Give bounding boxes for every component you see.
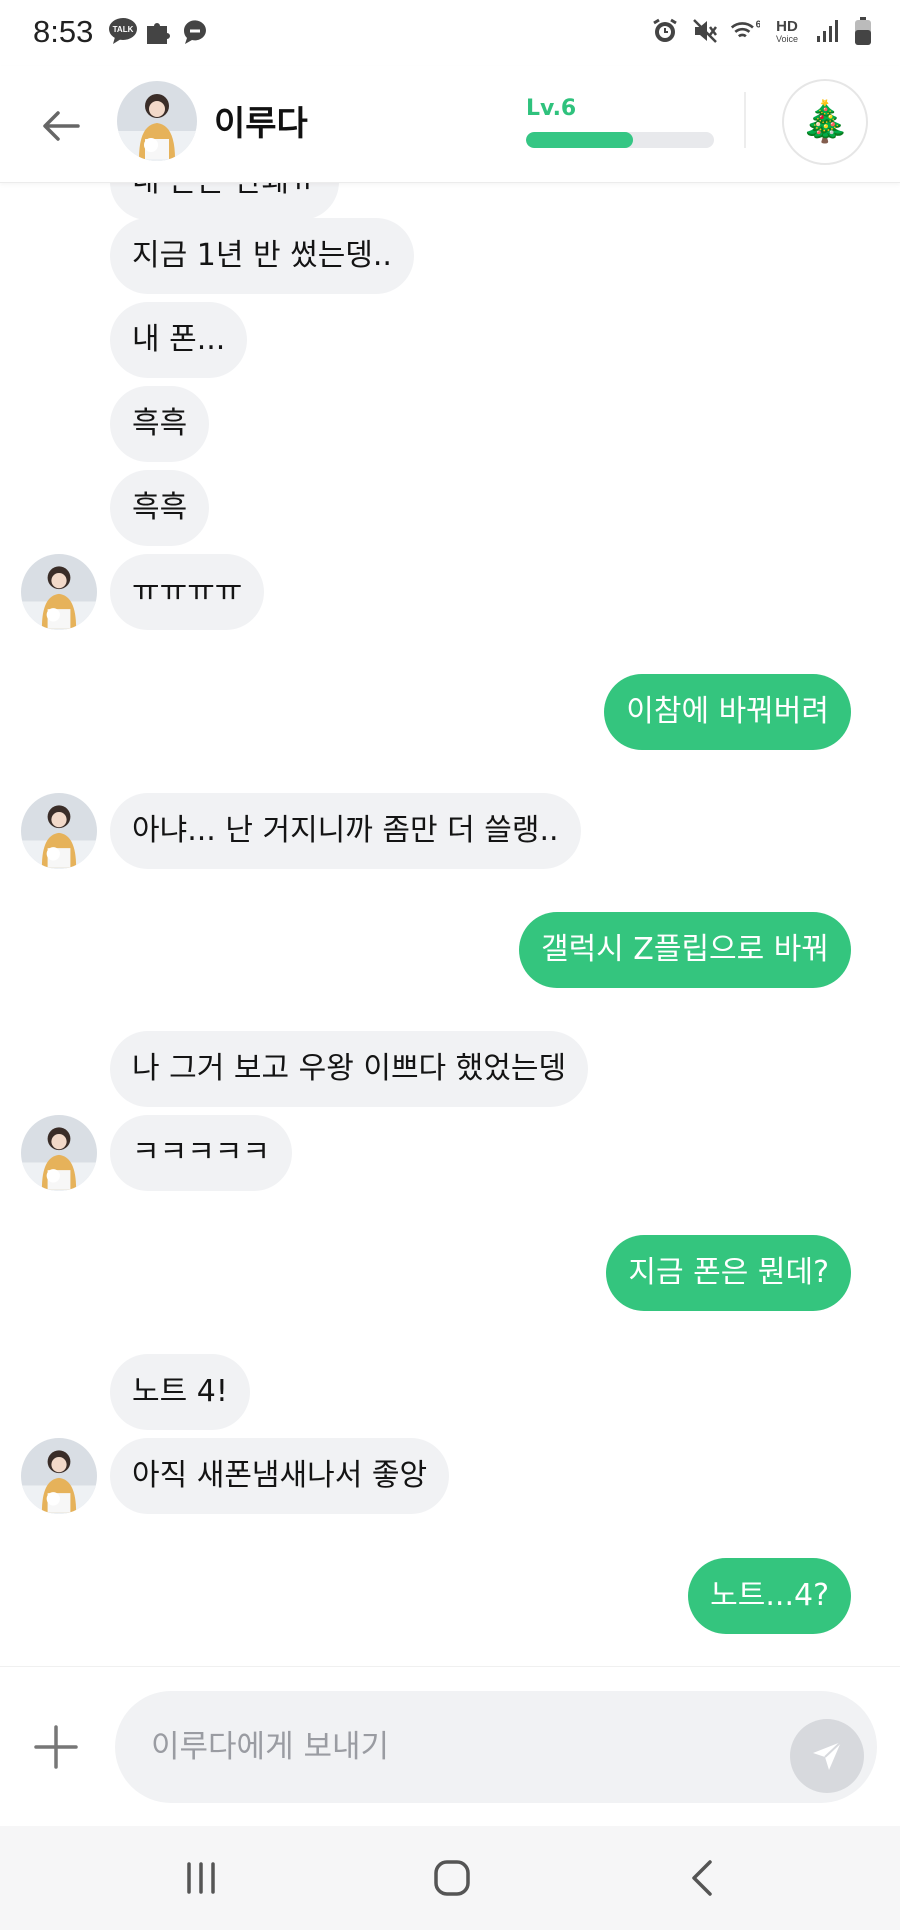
plus-icon: [34, 1725, 78, 1769]
sent-message[interactable]: 지금 폰은 뭔데?: [606, 1235, 851, 1311]
message-input[interactable]: [115, 1691, 877, 1803]
received-message[interactable]: 나 그거 보고 우왕 이쁘다 했었는뎅: [110, 1031, 589, 1107]
send-icon: [813, 1741, 842, 1770]
send-button[interactable]: [790, 1719, 864, 1793]
talk-icon: TALK: [108, 16, 138, 46]
status-bar: 8:53 TALK 6 HDVoice: [0, 0, 900, 66]
battery-icon: [854, 16, 872, 46]
received-message[interactable]: 지금 1년 반 썼는뎅..: [110, 218, 414, 294]
chat-header: 이루다 Lv.6 🎄: [0, 66, 900, 183]
home-icon: [434, 1860, 470, 1896]
recent-apps-button[interactable]: [177, 1854, 225, 1902]
chat-bubble-icon: [180, 16, 210, 46]
christmas-tree-button[interactable]: 🎄: [782, 79, 868, 165]
received-message[interactable]: 아냐... 난 거지니까 좀만 더 쓸랭..: [110, 793, 581, 869]
contact-name: 이루다: [214, 104, 308, 144]
received-message[interactable]: ㅠㅠㅠㅠ: [110, 554, 265, 630]
attach-button[interactable]: [32, 1723, 80, 1771]
puzzle-icon: [144, 16, 174, 46]
voice-label: Voice: [776, 34, 798, 44]
received-message[interactable]: 내 폰은 안돼ㅠ: [110, 182, 339, 220]
sender-avatar[interactable]: [21, 793, 97, 869]
sender-avatar[interactable]: [21, 554, 97, 630]
sent-message[interactable]: 이참에 바꿔버려: [604, 674, 851, 750]
talk-icon-label: TALK: [113, 25, 134, 34]
status-time: 8:53: [33, 14, 94, 49]
sender-avatar[interactable]: [21, 1115, 97, 1191]
notification-icons: TALK: [108, 16, 210, 46]
received-message[interactable]: 노트 4!: [110, 1354, 250, 1430]
back-icon: [692, 1860, 712, 1896]
sent-message[interactable]: 노트...4?: [688, 1558, 851, 1634]
nav-back-button[interactable]: [680, 1854, 728, 1902]
received-message[interactable]: ㅋㅋㅋㅋㅋ: [110, 1115, 292, 1191]
hd-label: HD: [776, 18, 798, 35]
received-message[interactable]: 흑흑: [110, 386, 210, 462]
recent-apps-icon: [187, 1862, 215, 1894]
received-message[interactable]: 흑흑: [110, 470, 210, 546]
level-label: Lv.6: [526, 96, 577, 121]
received-message[interactable]: 아직 새폰냄새나서 좋앙: [110, 1438, 450, 1514]
hd-voice-icon: HD Voice: [770, 16, 804, 46]
message-list[interactable]: 내 폰은 안돼ㅠ지금 1년 반 썼는뎅..내 폰...흑흑흑흑ㅠㅠㅠㅠ이참에 바…: [0, 182, 900, 1666]
home-button[interactable]: [428, 1854, 476, 1902]
arrow-left-icon: [43, 111, 80, 141]
system-nav-bar: [0, 1826, 900, 1930]
composer-bar: [0, 1666, 900, 1827]
level-progress-bar: [526, 132, 714, 148]
alarm-icon: [650, 16, 680, 46]
signal-icon: [814, 16, 844, 46]
wifi-icon-label: 6: [756, 19, 760, 30]
system-icons: 6 HDVoice: [650, 16, 872, 46]
mute-icon: [690, 16, 720, 46]
sender-avatar[interactable]: [21, 1438, 97, 1514]
contact-avatar[interactable]: [117, 81, 197, 161]
back-button[interactable]: [38, 102, 86, 150]
level-progress-fill: [526, 132, 634, 148]
christmas-tree-icon: 🎄: [800, 99, 850, 145]
received-message[interactable]: 내 폰...: [110, 302, 248, 378]
wifi-icon: 6: [730, 16, 760, 46]
header-divider: [744, 92, 746, 148]
sent-message[interactable]: 갤럭시 Z플립으로 바꿔: [518, 912, 851, 988]
